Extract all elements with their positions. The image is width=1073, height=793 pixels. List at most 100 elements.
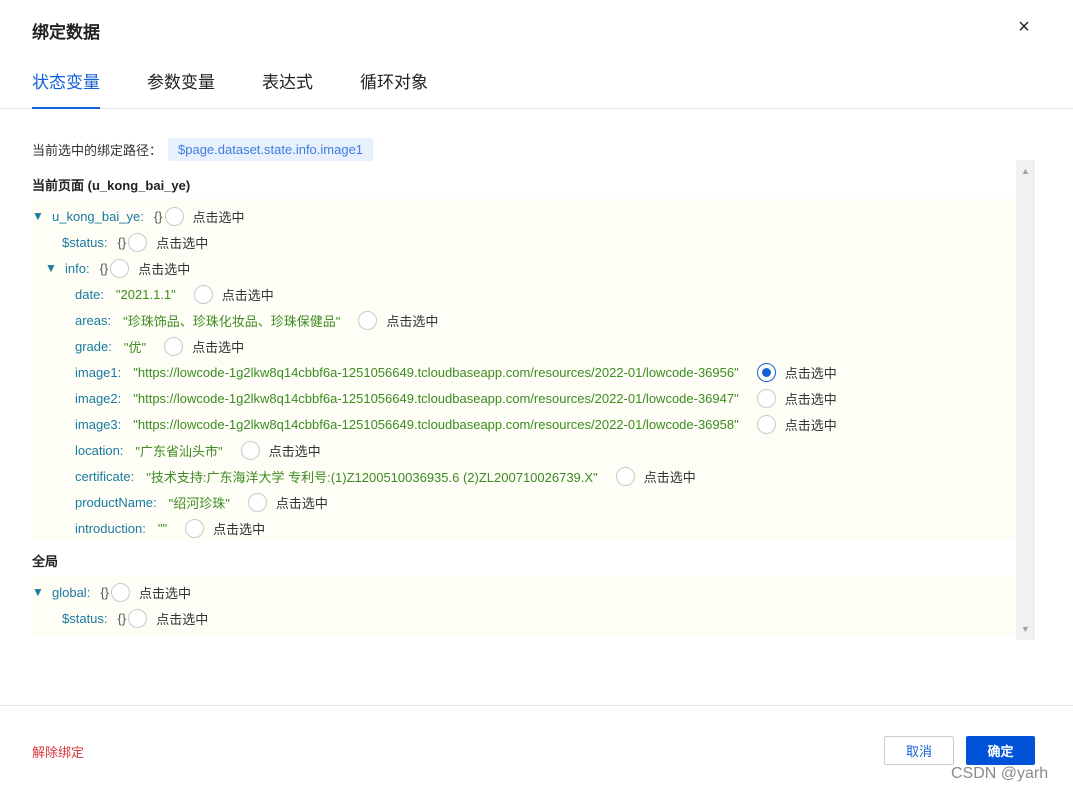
pick-label[interactable]: 点击选中 — [222, 285, 274, 304]
select-radio[interactable] — [128, 232, 148, 252]
csdn-watermark: CSDN @yarh — [951, 765, 1049, 782]
node-key: $status: — [62, 234, 108, 250]
select-radio[interactable] — [128, 608, 148, 628]
node-key: image3: — [75, 416, 122, 432]
data-tree-scroll-area[interactable]: 当前页面 (u_kong_bai_ye) ▼ u_kong_bai_ye: {}… — [32, 160, 1035, 640]
binding-path-value: $page.dataset.state.info.image1 — [168, 137, 374, 161]
tree-node-field: image3: "https://lowcode-1g2lkw8q14cbbf6a… — [75, 411, 837, 437]
node-value: "绍河珍珠" — [168, 495, 230, 511]
node-value: "" — [157, 520, 168, 536]
select-radio[interactable] — [164, 336, 184, 356]
caret-down-icon[interactable]: ▼ — [32, 209, 52, 223]
pick-label[interactable]: 点击选中 — [192, 337, 244, 356]
cancel-button[interactable]: 取消 — [884, 736, 954, 765]
tab-loop-object[interactable]: 循环对象 — [360, 68, 428, 108]
select-radio[interactable] — [164, 206, 184, 226]
node-key: productName: — [75, 494, 157, 510]
select-radio[interactable] — [193, 284, 213, 304]
tree-node-field: image2: "https://lowcode-1g2lkw8q14cbbf6a… — [75, 385, 837, 411]
pick-label[interactable]: 点击选中 — [785, 415, 837, 434]
pick-label[interactable]: 点击选中 — [644, 467, 696, 486]
select-radio[interactable] — [756, 414, 776, 434]
node-value: "优" — [123, 339, 147, 355]
tree-node-root: ▼ u_kong_bai_ye: {} 点击选中 — [32, 203, 245, 229]
select-radio[interactable] — [756, 362, 776, 382]
select-radio[interactable] — [247, 492, 267, 512]
pick-label[interactable]: 点击选中 — [138, 259, 190, 278]
pick-label[interactable]: 点击选中 — [156, 609, 208, 628]
node-brace: {} — [117, 610, 127, 626]
pick-label[interactable]: 点击选中 — [269, 441, 321, 460]
node-brace: {} — [117, 234, 127, 250]
tab-expression[interactable]: 表达式 — [262, 68, 313, 108]
node-key: areas: — [75, 312, 112, 328]
global-section-title: 全局 — [32, 554, 59, 569]
tree-node-field: productName: "绍河珍珠" 点击选中 — [75, 489, 328, 515]
tree-node-field: introduction: "" 点击选中 — [75, 515, 265, 541]
pick-label[interactable]: 点击选中 — [785, 389, 837, 408]
binding-path-label: 当前选中的绑定路径： — [32, 142, 163, 158]
select-radio[interactable] — [240, 440, 260, 460]
close-icon[interactable]: × — [1013, 16, 1035, 38]
tree-node-global-status: $status: {} 点击选中 — [62, 605, 208, 631]
node-value: "https://lowcode-1g2lkw8q14cbbf6a-125105… — [133, 364, 739, 380]
pick-label[interactable]: 点击选中 — [785, 363, 837, 382]
pick-label[interactable]: 点击选中 — [386, 311, 438, 330]
tree-node-global: ▼ global: {} 点击选中 — [32, 579, 191, 605]
node-key: grade: — [75, 338, 112, 354]
select-radio[interactable] — [185, 518, 205, 538]
node-value: "广东省汕头市" — [135, 443, 223, 459]
node-key: date: — [75, 286, 104, 302]
tab-state-variables[interactable]: 状态变量 — [32, 68, 100, 109]
scroll-up-icon[interactable]: ▲ — [1016, 162, 1035, 180]
pick-label[interactable]: 点击选中 — [139, 583, 191, 602]
tree-node-field: certificate: "技术支持:广东海洋大学 专利号:(1)Z1200510… — [75, 463, 696, 489]
node-brace: {} — [153, 208, 163, 224]
pick-label[interactable]: 点击选中 — [213, 519, 265, 538]
dialog-header: 绑定数据 × — [0, 0, 1073, 56]
node-value: "https://lowcode-1g2lkw8q14cbbf6a-125105… — [133, 390, 739, 406]
select-radio[interactable] — [756, 388, 776, 408]
confirm-button[interactable]: 确定 — [966, 736, 1035, 765]
tree-node-field: location: "广东省汕头市" 点击选中 — [75, 437, 321, 463]
caret-down-icon[interactable]: ▼ — [45, 261, 65, 275]
node-key: image2: — [75, 390, 122, 406]
select-radio[interactable] — [615, 466, 635, 486]
dialog-footer: 解除绑定 取消 确定 CSDN @yarh — [0, 705, 1073, 793]
select-radio[interactable] — [111, 582, 130, 602]
node-brace: {} — [99, 260, 109, 276]
select-radio[interactable] — [110, 258, 130, 278]
tree-node-field: grade: "优" 点击选中 — [75, 333, 244, 359]
global-tree: ▼ global: {} 点击选中 $status: {} 点击选中 — [32, 576, 1016, 636]
node-value: "珍珠饰品、珍珠化妆品、珍珠保健品" — [123, 313, 341, 329]
pick-label[interactable]: 点击选中 — [156, 233, 208, 252]
tree-node-field: date: "2021.1.1" 点击选中 — [75, 281, 274, 307]
dialog-title: 绑定数据 — [32, 23, 100, 42]
node-key: image1: — [75, 364, 122, 380]
node-key: global: — [52, 584, 91, 600]
node-value: "技术支持:广东海洋大学 专利号:(1)Z1200510036935.6 (2)… — [146, 469, 598, 485]
node-value: "2021.1.1" — [115, 286, 176, 302]
vertical-scrollbar[interactable]: ▲ ▼ — [1016, 160, 1035, 640]
node-key: location: — [75, 442, 124, 458]
page-section-title: 当前页面 (u_kong_bai_ye) — [32, 178, 191, 193]
bind-data-dialog: 绑定数据 × 状态变量 参数变量 表达式 循环对象 当前选中的绑定路径： $pa… — [0, 0, 1073, 793]
tab-bar: 状态变量 参数变量 表达式 循环对象 — [0, 56, 1073, 109]
node-key: certificate: — [75, 468, 135, 484]
tree-node-field: image1: "https://lowcode-1g2lkw8q14cbbf6a… — [75, 359, 837, 385]
select-radio[interactable] — [358, 310, 378, 330]
tree-node-info: ▼ info: {} 点击选中 — [45, 255, 190, 281]
page-tree: ▼ u_kong_bai_ye: {} 点击选中 $status: {} 点击选… — [32, 198, 1016, 540]
scroll-down-icon[interactable]: ▼ — [1016, 620, 1035, 638]
node-key: info: — [65, 260, 90, 276]
unbind-link[interactable]: 解除绑定 — [32, 742, 84, 761]
tab-param-variables[interactable]: 参数变量 — [147, 68, 215, 108]
tree-node-field: areas: "珍珠饰品、珍珠化妆品、珍珠保健品" 点击选中 — [75, 307, 438, 333]
node-brace: {} — [100, 584, 109, 600]
caret-down-icon[interactable]: ▼ — [32, 585, 52, 599]
tree-node-status: $status: {} 点击选中 — [62, 229, 208, 255]
pick-label[interactable]: 点击选中 — [193, 207, 245, 226]
node-key: introduction: — [75, 520, 146, 536]
node-value: "https://lowcode-1g2lkw8q14cbbf6a-125105… — [133, 416, 739, 432]
pick-label[interactable]: 点击选中 — [276, 493, 328, 512]
